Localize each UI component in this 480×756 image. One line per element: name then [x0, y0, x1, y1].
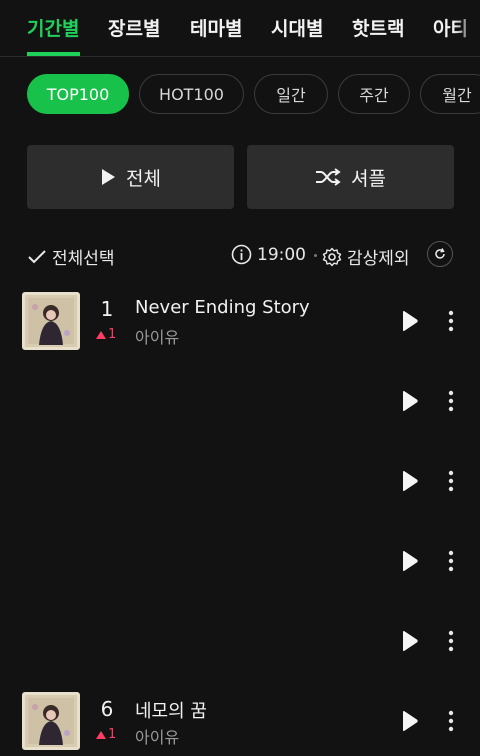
tab-period[interactable]: 기간별 [27, 14, 79, 41]
update-time-info[interactable]: 19:00 [231, 244, 306, 265]
song-title[interactable]: Never Ending Story [135, 297, 310, 318]
rank-up-icon [96, 730, 106, 739]
exclude-settings-button[interactable]: 감상제외 [322, 244, 410, 269]
selection-toolbar: 전체선택 19:00 감상제외 [0, 240, 480, 272]
separator-dot [314, 254, 317, 257]
more-icon[interactable] [446, 310, 456, 332]
chip-monthly[interactable]: 월간 [420, 74, 480, 114]
tab-hottrack[interactable]: 핫트랙 [352, 14, 404, 41]
play-all-button[interactable]: 전체 [27, 145, 234, 209]
play-icon[interactable] [400, 630, 420, 652]
list-item[interactable]: 1 1 Never Ending Story 아이유 [0, 281, 480, 361]
rank-number: 6 [100, 697, 114, 721]
rank-change: 1 [96, 727, 116, 742]
song-title[interactable]: 네모의 꿈 [135, 697, 207, 723]
list-item[interactable] [0, 601, 480, 681]
play-icon [102, 169, 116, 185]
tab-genre[interactable]: 장르별 [108, 14, 160, 41]
gear-icon [322, 247, 342, 266]
chart-filter-chips: TOP100 HOT100 일간 주간 월간 [0, 74, 480, 116]
chip-top100[interactable]: TOP100 [27, 74, 129, 114]
chip-hot100[interactable]: HOT100 [139, 74, 244, 114]
rank-change-value: 1 [108, 327, 117, 342]
list-item[interactable]: 6 1 네모의 꿈 아이유 [0, 681, 480, 756]
rank-number: 1 [100, 297, 114, 321]
album-art [22, 292, 80, 350]
more-icon[interactable] [446, 470, 456, 492]
tab-era[interactable]: 시대별 [271, 14, 323, 41]
check-icon [28, 249, 46, 263]
select-all-button[interactable]: 전체선택 [28, 244, 115, 269]
shuffle-label: 셔플 [351, 167, 386, 190]
refresh-icon [435, 248, 445, 259]
list-item[interactable] [0, 361, 480, 441]
more-icon[interactable] [446, 550, 456, 572]
album-art [22, 692, 80, 750]
chip-weekly[interactable]: 주간 [338, 74, 410, 114]
list-item[interactable] [0, 441, 480, 521]
select-all-label: 전체선택 [52, 249, 115, 269]
refresh-button[interactable] [427, 241, 453, 267]
update-time: 19:00 [257, 244, 306, 265]
info-icon [231, 244, 252, 265]
play-icon[interactable] [400, 710, 420, 732]
song-artist[interactable]: 아이유 [135, 324, 179, 348]
play-icon[interactable] [400, 390, 420, 412]
more-icon[interactable] [446, 630, 456, 652]
category-tabs: 기간별 장르별 테마별 시대별 핫트랙 아티 [0, 0, 480, 56]
rank-change: 1 [96, 327, 116, 342]
tabs-divider [0, 56, 480, 57]
exclude-label: 감상제외 [347, 249, 410, 269]
more-icon[interactable] [446, 710, 456, 732]
play-icon[interactable] [400, 470, 420, 492]
rank-up-icon [96, 330, 106, 339]
rank-change-value: 1 [108, 727, 117, 742]
shuffle-icon [316, 168, 341, 186]
play-all-label: 전체 [126, 167, 161, 190]
song-artist[interactable]: 아이유 [135, 724, 179, 748]
list-item[interactable] [0, 521, 480, 601]
more-icon[interactable] [446, 390, 456, 412]
shuffle-button[interactable]: 셔플 [247, 145, 454, 209]
tabs-fade [454, 0, 480, 56]
play-icon[interactable] [400, 310, 420, 332]
play-icon[interactable] [400, 550, 420, 572]
tab-theme[interactable]: 테마별 [190, 14, 242, 41]
chip-daily[interactable]: 일간 [254, 74, 328, 114]
